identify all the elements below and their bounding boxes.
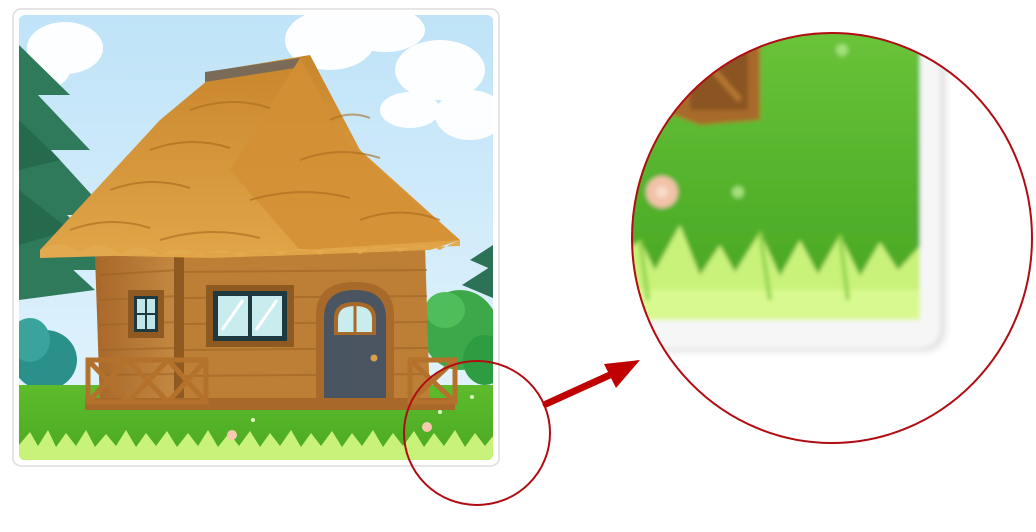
zoom-figure xyxy=(0,0,1036,532)
flower xyxy=(422,422,432,432)
zoomed-view xyxy=(631,32,1033,444)
zoom-arrow xyxy=(542,360,640,408)
figure-canvas xyxy=(12,8,1033,506)
flower xyxy=(227,430,237,440)
card xyxy=(12,8,500,467)
cabin-illustration xyxy=(19,15,493,460)
